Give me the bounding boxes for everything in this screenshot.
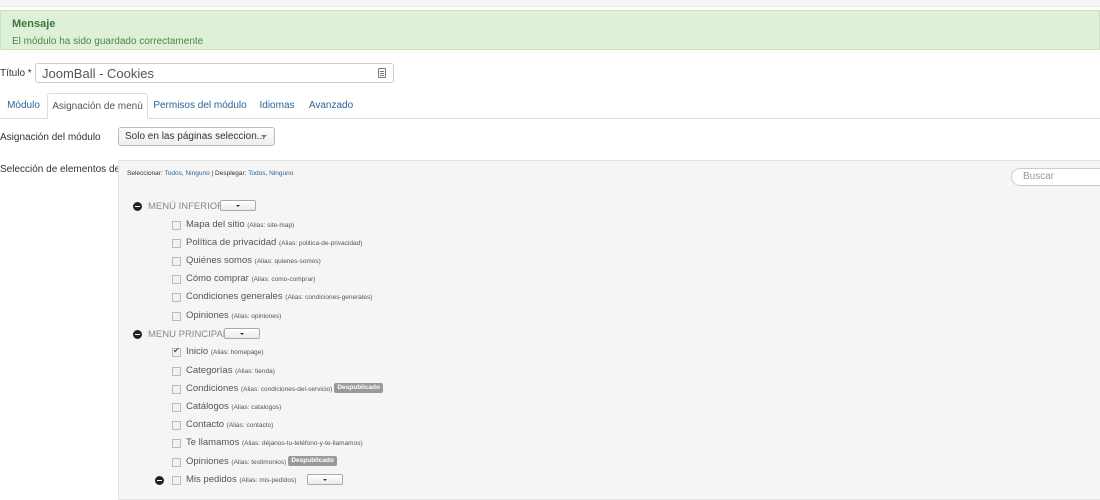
group-options-dropdown[interactable] xyxy=(224,328,260,339)
item-alias: (Alias: tienda) xyxy=(235,368,275,375)
expand-none-link[interactable]: Ninguno xyxy=(269,170,293,177)
tab-modulo[interactable]: Módulo xyxy=(0,93,47,118)
item-alias: (Alias: condiciones-generales) xyxy=(285,294,373,301)
item-alias: (Alias: opiniones) xyxy=(231,313,282,320)
item-alias: (Alias: site-map) xyxy=(247,222,295,229)
menu-group-title: MENÚ INFERIOR xyxy=(148,201,224,212)
menu-group-title: MENU PRINCIPAL xyxy=(148,329,229,340)
item-checkbox[interactable] xyxy=(172,367,181,376)
item-checkbox[interactable] xyxy=(172,312,181,321)
item-checkbox[interactable] xyxy=(172,293,181,302)
select-prefix: Seleccionar: xyxy=(127,170,163,177)
tab-avanzado[interactable]: Avanzado xyxy=(302,93,360,118)
item-alias: (Alias: como-comprar) xyxy=(251,276,316,283)
title-label: Título * xyxy=(0,68,32,79)
tab-permisos[interactable]: Permisos del módulo xyxy=(148,93,252,118)
item-checkbox[interactable] xyxy=(172,239,181,248)
item-label: Mapa del sitio xyxy=(186,219,245,230)
item-label: Cómo comprar xyxy=(186,273,249,284)
item-checkbox[interactable] xyxy=(172,385,181,394)
item-label: Te llamamos xyxy=(186,437,240,448)
item-alias: (Alias: condiciones-del-servicio) xyxy=(240,386,333,393)
item-alias: (Alias: quienes-somos) xyxy=(254,258,321,265)
expand-all-link[interactable]: Todos xyxy=(248,170,265,177)
tab-idiomas[interactable]: Idiomas xyxy=(252,93,302,118)
item-alias: (Alias: testimonios) xyxy=(231,459,287,466)
tab-bar: Módulo Asignación de menú Permisos del m… xyxy=(0,93,1100,119)
separator: | xyxy=(211,170,214,177)
item-checkbox[interactable] xyxy=(172,346,181,357)
expand-prefix: Desplegar: xyxy=(215,170,247,177)
item-checkbox[interactable] xyxy=(172,421,181,430)
item-checkbox[interactable] xyxy=(172,275,181,284)
select-all-link[interactable]: Todos xyxy=(164,170,181,177)
message-text: El módulo ha sido guardado correctamente xyxy=(12,36,204,47)
item-alias: (Alias: catalogos) xyxy=(231,404,282,411)
group-options-dropdown[interactable] xyxy=(220,200,256,211)
collapse-icon[interactable] xyxy=(133,330,142,339)
menu-selection-panel: Seleccionar: Todos, Ninguno | Desplegar:… xyxy=(118,160,1100,500)
title-input[interactable] xyxy=(42,65,362,81)
search-input[interactable]: Buscar xyxy=(1011,168,1100,186)
item-alias: (Alias: politica-de-privacidad) xyxy=(278,240,363,247)
item-checkbox[interactable] xyxy=(172,439,181,448)
chevron-down-icon xyxy=(261,135,267,138)
item-label: Política de privacidad xyxy=(186,237,277,248)
item-alias: (Alias: mis-pedidos) xyxy=(239,477,297,484)
status-badge: Despublicado xyxy=(334,383,383,394)
item-label: Contacto xyxy=(186,419,225,430)
item-label: Opiniones xyxy=(186,456,229,467)
assignment-select[interactable]: Solo en las páginas seleccion... xyxy=(118,127,275,146)
item-options-dropdown[interactable] xyxy=(307,474,343,485)
selection-controls: Seleccionar: Todos, Ninguno | Desplegar:… xyxy=(127,170,294,177)
item-checkbox[interactable] xyxy=(172,221,181,230)
status-badge: Despublicado xyxy=(288,456,337,467)
item-label: Catálogos xyxy=(186,401,229,412)
item-checkbox[interactable] xyxy=(172,403,181,412)
item-label: Mis pedidos xyxy=(186,474,237,485)
top-bar xyxy=(0,0,1100,7)
document-icon xyxy=(378,68,386,78)
select-none-link[interactable]: Ninguno xyxy=(185,170,209,177)
item-label: Categorías xyxy=(186,365,233,376)
item-label: Opiniones xyxy=(186,310,229,321)
item-alias: (Alias: homepage) xyxy=(210,349,264,356)
assignment-selected-value: Solo en las páginas seleccion... xyxy=(125,131,266,142)
item-alias: (Alias: contacto) xyxy=(226,422,274,429)
item-checkbox[interactable] xyxy=(172,476,181,485)
item-label: Condiciones xyxy=(186,383,239,394)
item-label: Quiénes somos xyxy=(186,255,253,266)
collapse-icon[interactable] xyxy=(133,202,142,211)
item-label: Inicio xyxy=(186,346,209,357)
tab-asignacion-menu[interactable]: Asignación de menú xyxy=(47,93,148,119)
item-label: Condiciones generales xyxy=(186,291,283,302)
item-checkbox[interactable] xyxy=(172,458,181,467)
title-field[interactable] xyxy=(35,63,394,83)
success-message: Mensaje El módulo ha sido guardado corre… xyxy=(0,10,1100,50)
item-checkbox[interactable] xyxy=(172,257,181,266)
collapse-icon[interactable] xyxy=(155,476,164,485)
item-alias: (Alias: déjanos-tu-teléfono-y-te-llamamo… xyxy=(241,440,363,447)
message-title: Mensaje xyxy=(12,18,56,30)
assignment-label: Asignación del módulo xyxy=(0,132,101,143)
